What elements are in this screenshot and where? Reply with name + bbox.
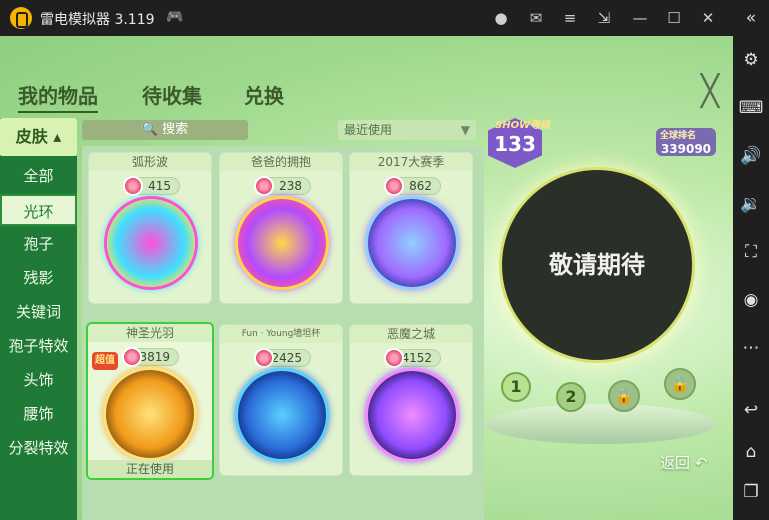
global-rank-value: 339090 [660,142,712,156]
item-price-value: 4152 [401,351,432,365]
item-name: 神圣光羽 [88,324,212,342]
back-label: 返回 [660,454,691,472]
emulator-toolbar: « ⚙ ⌨ 🔊 🔉 ⛶ ◉ ⋯ ↩ ⌂ ❐ [733,0,769,520]
game-screen: 我的物品 待收集 兑换 ╳ 皮肤 ▴ 全部 光环 孢子 残影 关键词 孢子特效 … [0,36,733,520]
window-title: 雷电模拟器 3.119 [40,12,155,28]
item-card[interactable]: 爸爸的拥抱 238 [219,152,343,304]
category-halo[interactable]: 光环 [0,194,77,226]
halo-preview [368,199,456,287]
screenshot-icon[interactable]: ⛶ [737,238,765,266]
chevron-down-icon: ▼ [460,123,470,137]
tab-to-collect[interactable]: 待收集 [142,80,202,109]
avatar-icon[interactable]: ● [491,8,511,28]
item-price: 4152 [384,348,441,368]
category-header-skin[interactable]: 皮肤 ▴ [0,118,77,156]
mail-icon[interactable]: ✉ [526,8,546,28]
category-spore[interactable]: 孢子 [0,228,77,260]
coming-soon-text: 敬请期待 [549,251,645,279]
item-name: 爸爸的拥抱 [220,153,342,171]
collapse-icon[interactable]: « [737,4,765,32]
show-level-value: 133 [494,132,536,156]
search-input[interactable]: 🔍 搜索 [82,120,248,140]
category-header-label: 皮肤 [15,127,48,146]
halo-preview [106,370,194,458]
settings-icon[interactable]: ⚙ [737,46,765,74]
category-spore-effect[interactable]: 孢子特效 [0,330,77,362]
item-name: 恶魔之城 [350,325,472,343]
candy-coin-icon [254,176,274,196]
home-icon[interactable]: ⌂ [737,438,765,466]
category-panel: 皮肤 ▴ 全部 光环 孢子 残影 关键词 孢子特效 头饰 腰饰 分裂特效 [0,118,77,520]
item-name: 弧形波 [89,153,211,171]
category-afterimage[interactable]: 残影 [0,262,77,294]
show-level-label: SHOW等级 [495,120,551,131]
item-card[interactable]: Fun · Young墙坦杯 2425 [219,324,343,476]
sort-dropdown[interactable]: 最近使用 ▼ [338,120,476,140]
item-price-value: 2425 [271,351,302,365]
value-badge: 超值 [92,352,118,370]
slot-1-button[interactable]: 1 [501,372,531,402]
lock-icon[interactable]: 🔒 [664,368,696,400]
tab-my-items[interactable]: 我的物品 [18,80,98,113]
global-rank-label: 全球排名 [660,131,697,141]
item-price-value: 862 [409,179,432,193]
item-name: Fun · Young墙坦杯 [220,325,342,343]
halo-preview [368,371,456,459]
candy-coin-icon [384,348,404,368]
item-price: 3819 [122,347,179,367]
candy-coin-icon [123,176,143,196]
item-card[interactable]: 恶魔之城 4152 [349,324,473,476]
search-icon: 🔍 [141,122,159,137]
minimize-icon[interactable]: — [630,8,650,28]
candy-coin-icon [122,347,142,367]
search-placeholder: 搜索 [162,122,189,137]
category-waistwear[interactable]: 腰饰 [0,398,77,430]
menu-icon[interactable]: ≡ [560,8,580,28]
halo-preview [238,371,326,459]
halo-preview [107,199,195,287]
popout-icon[interactable]: ⇲ [594,8,614,28]
candy-coin-icon [254,348,274,368]
item-card-selected[interactable]: 神圣光羽 超值 3819 正在使用 [86,322,214,480]
item-name: 2017大赛季 [350,153,472,171]
item-price-value: 3819 [139,350,170,364]
category-all[interactable]: 全部 [0,160,77,192]
lock-icon[interactable]: 🔒 [608,380,640,412]
item-grid: 弧形波 415 爸爸的拥抱 238 2017大赛季 862 神圣光羽 超值 38… [82,146,484,520]
volume-up-icon[interactable]: 🔊 [737,142,765,170]
item-price-value: 238 [279,179,302,193]
gamepad-icon[interactable]: 🎮 [166,9,183,25]
item-price: 238 [254,176,311,196]
slot-platform [486,404,716,444]
in-use-status: 正在使用 [88,460,212,478]
recent-apps-icon[interactable]: ❐ [737,478,765,506]
halo-preview [238,199,326,287]
return-arrow-icon: ↶ [694,454,708,472]
item-card[interactable]: 弧形波 415 [88,152,212,304]
more-icon[interactable]: ⋯ [737,334,765,362]
back-icon[interactable]: ↩ [737,396,765,424]
close-icon[interactable]: ✕ [698,8,718,28]
emulator-titlebar: 雷电模拟器 3.119 🎮 ● ✉ ≡ ⇲ — ☐ ✕ [0,0,769,36]
category-keyword[interactable]: 关键词 [0,296,77,328]
tab-exchange[interactable]: 兑换 [244,80,284,109]
item-price-value: 415 [148,179,171,193]
keyboard-icon[interactable]: ⌨ [737,94,765,122]
record-icon[interactable]: ◉ [737,286,765,314]
volume-down-icon[interactable]: 🔉 [737,190,765,218]
item-price: 2425 [254,348,311,368]
maximize-icon[interactable]: ☐ [664,8,684,28]
item-price: 862 [384,176,441,196]
item-price: 415 [123,176,180,196]
close-panel-icon[interactable]: ╳ [697,77,723,107]
slot-2-button[interactable]: 2 [556,382,586,412]
category-split-effect[interactable]: 分裂特效 [0,432,77,464]
sort-label: 最近使用 [344,123,393,137]
candy-coin-icon [384,176,404,196]
category-headwear[interactable]: 头饰 [0,364,77,396]
back-button[interactable]: 返回 ↶ [660,452,707,473]
item-card[interactable]: 2017大赛季 862 [349,152,473,304]
app-logo-icon [10,7,32,29]
